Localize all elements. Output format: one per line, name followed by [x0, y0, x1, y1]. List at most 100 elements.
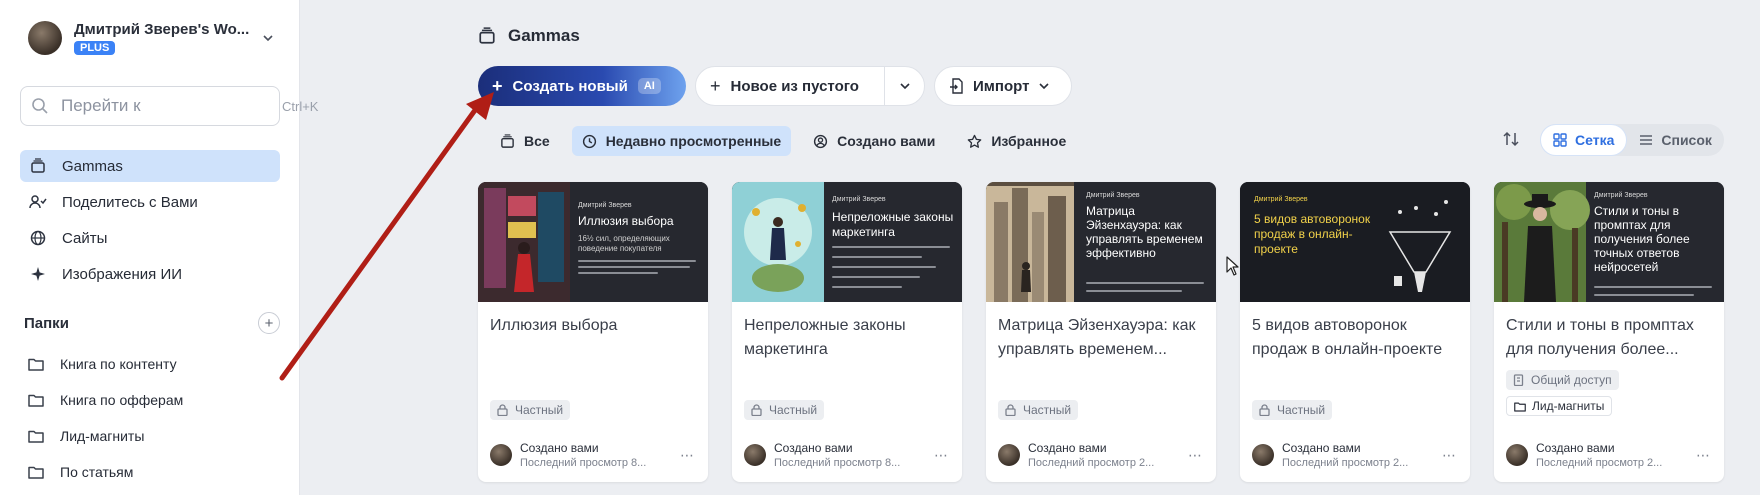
card-creator: Создано вами [1028, 441, 1107, 455]
card-footer: Создано вами Последний просмотр 2... ⋯ [1506, 438, 1712, 472]
gamma-card[interactable]: Дмитрий Зверев Иллюзия выбора 16½ сил, о… [478, 182, 708, 482]
search-input[interactable] [61, 96, 282, 116]
more-icon[interactable]: ⋯ [1186, 447, 1204, 464]
more-icon[interactable]: ⋯ [932, 447, 950, 464]
add-folder-button[interactable]: + [258, 312, 280, 334]
folder-icon [28, 355, 46, 373]
folder-icon [1514, 400, 1526, 412]
thumb-text-line [832, 276, 920, 278]
filter-recent[interactable]: Недавно просмотренные [571, 126, 792, 156]
access-badge: Общий доступ [1506, 370, 1619, 390]
view-list-label: Список [1661, 132, 1712, 148]
thumb-text-line [1086, 290, 1182, 292]
stack-icon [478, 26, 498, 46]
folder-label: По статьям [60, 464, 134, 480]
card-footer: Создано вами Последний просмотр 2... ⋯ [1252, 438, 1458, 472]
view-list-button[interactable]: Список [1627, 124, 1724, 156]
chevron-down-icon [899, 83, 910, 90]
card-footer: Создано вами Последний просмотр 8... ⋯ [744, 438, 950, 472]
privacy-badge: Частный [490, 400, 571, 420]
thumb-text-line [578, 260, 696, 262]
star-icon [967, 133, 983, 149]
sidebar-nav: Gammas Поделитесь с Вами Сайты Изображен… [20, 150, 280, 294]
sparkle-icon [28, 264, 48, 284]
card-creator: Создано вами [520, 441, 599, 455]
filter-favorites[interactable]: Избранное [957, 126, 1076, 156]
file-import-icon [950, 78, 963, 94]
folder-item[interactable]: По статьям [20, 456, 280, 488]
card-title: Иллюзия выбора [490, 317, 618, 334]
search-icon [31, 97, 49, 115]
badge-label: Частный [1023, 403, 1072, 417]
create-new-button[interactable]: + Создать новый AI [478, 66, 686, 106]
folder-item[interactable]: Книга по офферам [20, 384, 280, 416]
new-blank-dropdown-button[interactable] [884, 67, 924, 105]
sidebar-item-shared[interactable]: Поделитесь с Вами [20, 186, 280, 218]
badge-label: Общий доступ [1531, 373, 1612, 387]
more-icon[interactable]: ⋯ [1694, 447, 1712, 464]
card-last-viewed: Последний просмотр 2... [1536, 457, 1663, 469]
badge-label: Частный [1277, 403, 1326, 417]
sort-icon [1503, 131, 1519, 147]
thumb-author: Дмитрий Зверев [1254, 196, 1308, 203]
plus-icon: + [492, 75, 503, 96]
filter-all[interactable]: Все [490, 126, 560, 156]
avatar [490, 444, 512, 466]
thumb-title: Стили и тоны в промптах для получения бо… [1594, 204, 1690, 274]
search-box[interactable]: Ctrl+K [20, 86, 318, 126]
thumb-author: Дмитрий Зверев [832, 196, 886, 203]
view-grid-button[interactable]: Сетка [1540, 124, 1628, 156]
building-icon [1513, 374, 1525, 386]
users-icon [28, 192, 48, 212]
card-footer: Создано вами Последний просмотр 8... ⋯ [490, 438, 696, 472]
user-circle-icon [813, 133, 829, 149]
new-blank-button[interactable]: + Новое из пустого [696, 67, 884, 105]
folder-item[interactable]: Книга по контенту [20, 348, 280, 380]
card-thumbnail: Дмитрий Зверев Иллюзия выбора 16½ сил, о… [478, 182, 708, 302]
badge-label: Частный [769, 403, 818, 417]
workspace-switcher[interactable]: Дмитрий Зверев's Wo... PLUS [28, 18, 278, 58]
card-meta: Создано вами Последний просмотр 2... [1028, 441, 1186, 469]
thumb-author: Дмитрий Зверев [1594, 192, 1648, 199]
gamma-card[interactable]: Дмитрий Зверев Матрица Эйзенхауэра: как … [986, 182, 1216, 482]
gamma-card[interactable]: Дмитрий Зверев Стили и тоны в промптах д… [1494, 182, 1724, 482]
folder-badge[interactable]: Лид-магниты [1506, 396, 1613, 416]
import-button[interactable]: Импорт [934, 66, 1072, 106]
filter-label: Избранное [991, 133, 1067, 149]
sort-button[interactable] [1502, 130, 1524, 152]
more-icon[interactable]: ⋯ [1440, 447, 1458, 464]
card-last-viewed: Последний просмотр 2... [1282, 457, 1409, 469]
filter-label: Недавно просмотренные [605, 133, 782, 149]
page-title-text: Gammas [508, 26, 580, 45]
card-creator: Создано вами [1536, 441, 1615, 455]
lock-icon [497, 404, 509, 416]
lock-icon [751, 404, 763, 416]
chevron-down-icon[interactable] [258, 28, 278, 48]
grid-icon [1553, 133, 1567, 147]
sidebar-item-ai-images[interactable]: Изображения ИИ [20, 258, 280, 290]
avatar [1506, 444, 1528, 466]
plus-icon: + [710, 75, 721, 96]
thumb-author: Дмитрий Зверев [1086, 192, 1140, 199]
card-title: Матрица Эйзенхауэра: как управлять време… [998, 317, 1196, 358]
card-thumbnail: Дмитрий Зверев 5 видов автоворонок прода… [1240, 182, 1470, 302]
card-thumbnail: Дмитрий Зверев Матрица Эйзенхауэра: как … [986, 182, 1216, 302]
sidebar: Дмитрий Зверев's Wo... PLUS Ctrl+K Gamma… [0, 0, 318, 495]
badge-label: Частный [515, 403, 564, 417]
sidebar-item-gammas[interactable]: Gammas [20, 150, 280, 182]
filter-label: Создано вами [837, 133, 936, 149]
sidebar-item-label: Изображения ИИ [62, 265, 182, 283]
avatar [1252, 444, 1274, 466]
folder-item[interactable]: Лид-магниты [20, 420, 280, 452]
folder-label: Книга по офферам [60, 392, 184, 408]
more-icon[interactable]: ⋯ [678, 447, 696, 464]
card-meta: Создано вами Последний просмотр 8... [520, 441, 678, 469]
badge-label: Лид-магниты [1532, 399, 1605, 413]
gamma-card[interactable]: Дмитрий Зверев 5 видов автоворонок прода… [1240, 182, 1470, 482]
gamma-card[interactable]: Дмитрий Зверев Непреложные законы маркет… [732, 182, 962, 482]
thumb-title: Матрица Эйзенхауэра: как управлять време… [1086, 204, 1203, 260]
filter-created-by-me[interactable]: Создано вами [803, 126, 945, 156]
sidebar-item-label: Сайты [62, 229, 108, 247]
sidebar-item-sites[interactable]: Сайты [20, 222, 280, 254]
clock-icon [582, 133, 598, 149]
